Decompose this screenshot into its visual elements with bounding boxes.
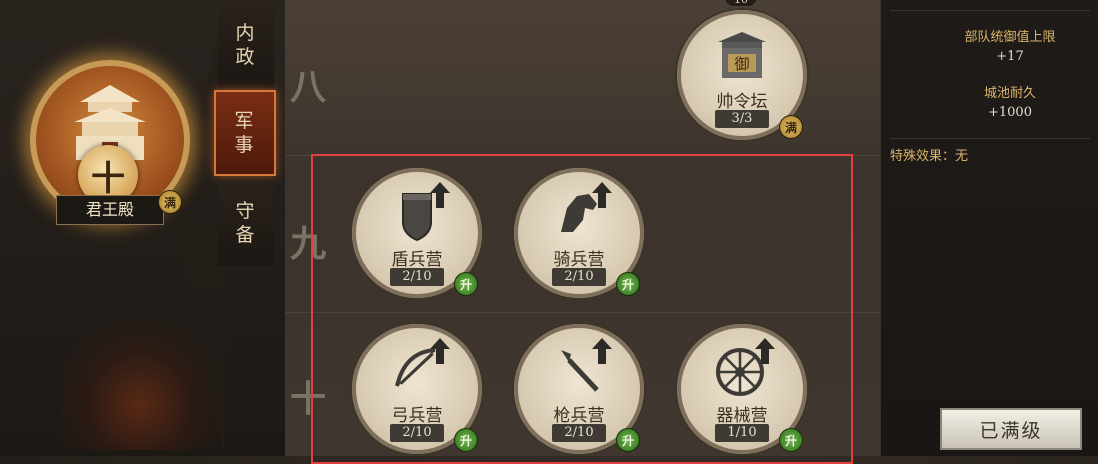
command-gate-icon: 御 bbox=[718, 32, 766, 78]
stat-label: 城池耐久 bbox=[983, 86, 1036, 101]
divider bbox=[890, 138, 1090, 139]
building-level: 3/3 bbox=[715, 110, 769, 128]
highlight-frame bbox=[311, 154, 853, 464]
info-panel bbox=[880, 0, 1098, 456]
stat-value: +17 bbox=[996, 49, 1024, 64]
tab-military[interactable]: 军 事 bbox=[214, 90, 276, 176]
tab-label: 军 bbox=[234, 110, 256, 132]
stat-value: +1000 bbox=[988, 105, 1032, 120]
stat-label: 部队统御值上限 bbox=[964, 30, 1056, 45]
tab-defense[interactable]: 守 备 bbox=[218, 180, 274, 266]
row-number-8: 八 bbox=[290, 66, 327, 108]
tab-label: 守 bbox=[235, 200, 257, 222]
maxed-badge: 满 bbox=[779, 115, 803, 139]
tab-label: 内 bbox=[235, 22, 257, 44]
building-name: 帅令坛 bbox=[716, 92, 768, 112]
tab-label: 事 bbox=[234, 134, 256, 156]
svg-text:御: 御 bbox=[734, 55, 749, 73]
tab-label: 政 bbox=[235, 46, 257, 68]
max-level-button[interactable]: 已满级 bbox=[940, 408, 1082, 450]
special-effect-text: 特殊效果：无 bbox=[890, 149, 969, 164]
main-building-name: 君王殿 bbox=[56, 195, 164, 225]
tab-label: 备 bbox=[235, 224, 257, 246]
divider bbox=[890, 10, 1090, 11]
tab-civil-affairs[interactable]: 内 政 bbox=[218, 2, 274, 88]
maxed-badge: 满 bbox=[158, 190, 182, 214]
